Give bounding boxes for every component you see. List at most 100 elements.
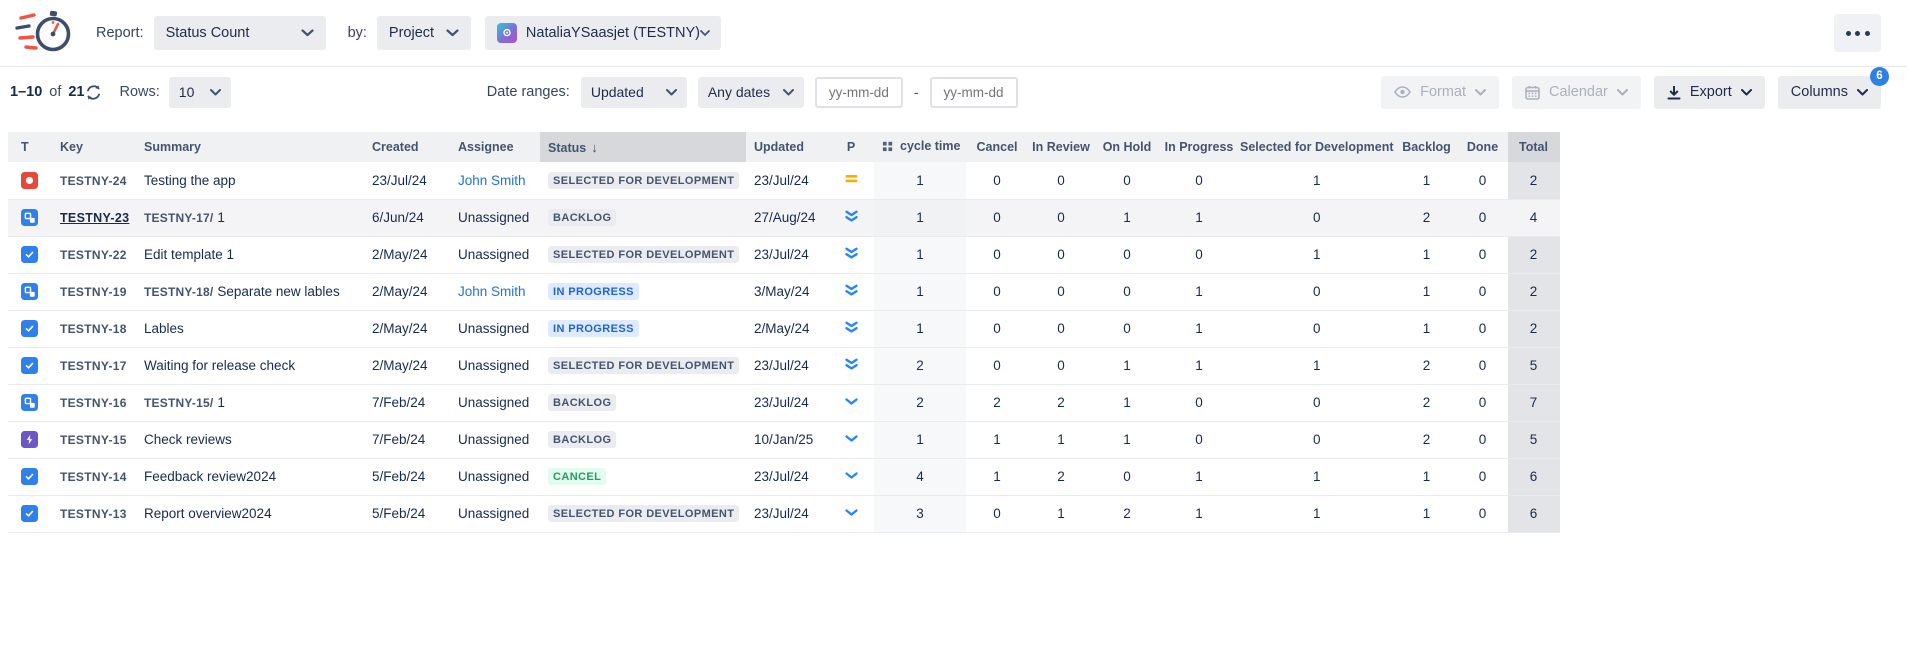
cell-backlog: 2: [1396, 384, 1458, 421]
cell-status: IN PROGRESS: [540, 310, 746, 347]
cell-backlog: 2: [1396, 421, 1458, 458]
cell-in_progress: 1: [1160, 273, 1238, 310]
cell-in_review: 0: [1028, 162, 1094, 199]
column-header-backlog[interactable]: Backlog: [1396, 132, 1458, 162]
issue-key-link[interactable]: TESTNY-15: [60, 433, 127, 447]
column-header-summary[interactable]: Summary: [136, 132, 364, 162]
column-header-cycle_time[interactable]: cycle time: [874, 132, 966, 162]
column-header-status[interactable]: Status↓: [540, 132, 746, 162]
cell-in_review: 0: [1028, 273, 1094, 310]
cell-on_hold: 1: [1094, 421, 1160, 458]
export-button[interactable]: Export: [1654, 76, 1765, 109]
status-badge: CANCEL: [548, 468, 606, 485]
project-select[interactable]: NataliaYSaasjet (TESTNY): [485, 16, 721, 50]
issue-key-link[interactable]: TESTNY-13: [60, 507, 127, 521]
cell-type: [8, 495, 52, 532]
issue-key-link[interactable]: TESTNY-22: [60, 248, 127, 262]
cell-cycle_time: 2: [874, 384, 966, 421]
cell-created: 2/May/24: [364, 236, 450, 273]
column-header-total[interactable]: Total: [1508, 132, 1560, 162]
assignee-text: Unassigned: [458, 321, 529, 336]
column-header-in_progress[interactable]: In Progress: [1160, 132, 1238, 162]
cell-backlog: 1: [1396, 162, 1458, 199]
cell-on_hold: 0: [1094, 162, 1160, 199]
issue-key-link[interactable]: TESTNY-24: [60, 174, 127, 188]
cell-on_hold: 1: [1094, 384, 1160, 421]
column-header-type[interactable]: T: [8, 132, 52, 162]
rows-per-page-select[interactable]: 10: [169, 77, 231, 108]
more-options-button[interactable]: [1834, 14, 1881, 52]
cell-status: IN PROGRESS: [540, 273, 746, 310]
cell-total: 2: [1508, 162, 1560, 199]
cell-in_progress: 0: [1160, 384, 1238, 421]
summary-text: Check reviews: [144, 432, 232, 447]
date-to-input[interactable]: [930, 77, 1018, 108]
cell-done: 0: [1458, 421, 1508, 458]
drag-handle-icon[interactable]: [882, 140, 894, 155]
column-header-done[interactable]: Done: [1458, 132, 1508, 162]
assignee-text: Unassigned: [458, 469, 529, 484]
report-select[interactable]: Status Count: [154, 16, 326, 50]
by-select[interactable]: Project: [377, 16, 471, 50]
date-from-input[interactable]: [815, 77, 903, 108]
assignee-link[interactable]: John Smith: [458, 284, 526, 299]
app-logo-stopwatch-icon: [14, 9, 76, 57]
pagination-info: 1–10 of 21: [10, 84, 85, 100]
cell-assignee: Unassigned: [450, 236, 540, 273]
assignee-link[interactable]: John Smith: [458, 173, 526, 188]
column-header-updated[interactable]: Updated: [746, 132, 828, 162]
cell-in_review: 0: [1028, 310, 1094, 347]
column-header-priority[interactable]: P: [828, 132, 874, 162]
date-preset-select[interactable]: Any dates: [698, 77, 804, 108]
column-label: Assignee: [458, 140, 514, 154]
columns-button-wrap: Columns 6: [1778, 76, 1881, 109]
chevron-down-icon: [700, 30, 710, 36]
issue-key-link[interactable]: TESTNY-18: [60, 322, 127, 336]
cell-cycle_time: 4: [874, 458, 966, 495]
table-header-row: T Key SummaryCreated Assignee Status↓Updated…: [8, 132, 1560, 162]
columns-button[interactable]: Columns: [1778, 76, 1881, 109]
table-row: TESTNY-19TESTNY-18/Separate new lables2/…: [8, 273, 1560, 310]
report-table-wrap: T Key SummaryCreated Assignee Status↓Updated…: [8, 132, 1907, 533]
cell-status: BACKLOG: [540, 384, 746, 421]
assignee-text: Unassigned: [458, 358, 529, 373]
refresh-button[interactable]: [85, 84, 102, 101]
column-header-in_review[interactable]: In Review: [1028, 132, 1094, 162]
project-avatar: [497, 23, 517, 43]
status-badge: BACKLOG: [548, 394, 616, 411]
summary-text: 1: [217, 210, 225, 225]
issue-key-link[interactable]: TESTNY-16: [60, 396, 127, 410]
column-label: Cancel: [977, 140, 1018, 154]
column-header-key[interactable]: Key: [52, 132, 136, 162]
column-header-created[interactable]: Created: [364, 132, 450, 162]
cell-type: [8, 273, 52, 310]
column-label: Selected for Development: [1240, 140, 1394, 154]
issue-key-link[interactable]: TESTNY-14: [60, 470, 127, 484]
task-issue-type-icon: [21, 505, 38, 522]
column-header-cancel[interactable]: Cancel: [966, 132, 1028, 162]
cell-assignee: John Smith: [450, 273, 540, 310]
cell-summary: TESTNY-15/1: [136, 384, 364, 421]
status-badge: SELECTED FOR DEVELOPMENT: [548, 357, 739, 374]
date-separator: -: [914, 84, 919, 100]
cell-updated: 23/Jul/24: [746, 495, 828, 532]
cell-done: 0: [1458, 310, 1508, 347]
issue-key-link[interactable]: TESTNY-19: [60, 285, 127, 299]
column-header-on_hold[interactable]: On Hold: [1094, 132, 1160, 162]
date-field-select[interactable]: Updated: [581, 77, 687, 108]
toolbar: 1–10 of 21 Rows: 10 Date ranges: Updated: [0, 67, 1907, 117]
column-header-assignee[interactable]: Assignee: [450, 132, 540, 162]
column-label: Key: [60, 140, 83, 154]
cell-cancel: 0: [966, 162, 1028, 199]
column-header-selected_for_development[interactable]: Selected for Development: [1238, 132, 1396, 162]
parent-key-prefix: TESTNY-18/: [144, 285, 213, 299]
cell-key: TESTNY-14: [52, 458, 136, 495]
issue-key-link[interactable]: TESTNY-23: [60, 211, 129, 225]
cell-cycle_time: 1: [874, 162, 966, 199]
cell-key: TESTNY-24: [52, 162, 136, 199]
table-row: TESTNY-24Testing the app23/Jul/24John Sm…: [8, 162, 1560, 199]
date-range-group: Date ranges: Updated Any dates -: [487, 77, 1018, 108]
cell-created: 2/May/24: [364, 310, 450, 347]
issue-key-link[interactable]: TESTNY-17: [60, 359, 127, 373]
cell-selected_for_development: 1: [1238, 162, 1396, 199]
